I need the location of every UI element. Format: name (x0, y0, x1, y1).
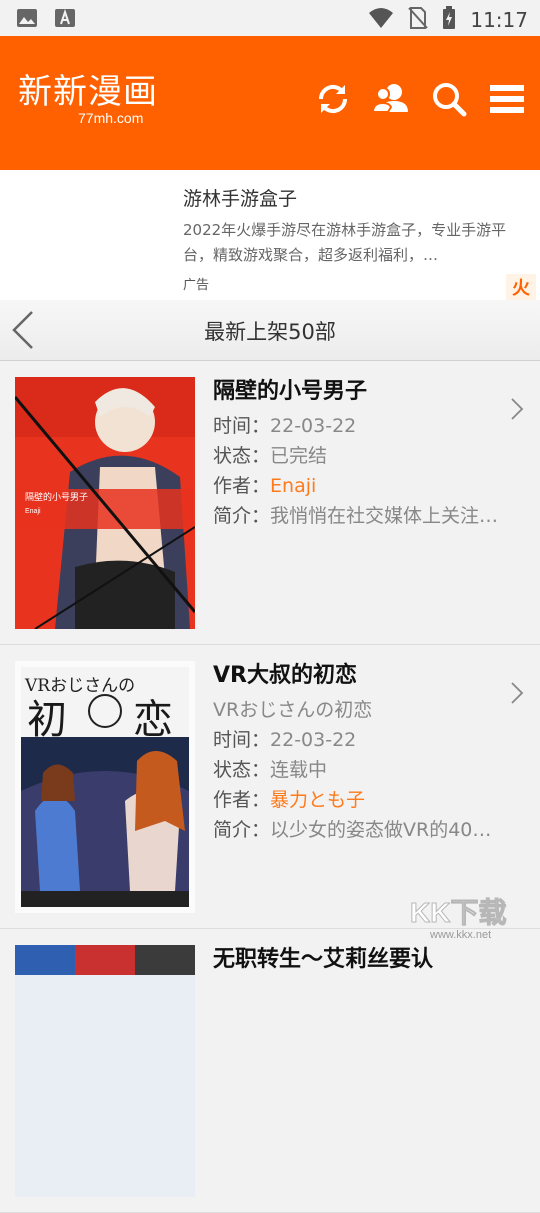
status-time: 11:17 (470, 8, 528, 32)
comic-alt-title: VRおじさんの初恋 (213, 699, 373, 721)
font-icon (54, 7, 76, 33)
intro-value: 我悄悄在社交媒体上关注… (270, 505, 499, 527)
time-label: 时间： (213, 415, 271, 437)
time-value: 22-03-22 (270, 729, 357, 751)
intro-row: 简介：我悄悄在社交媒体上关注… (213, 501, 500, 531)
logo-title: 新新漫画 (18, 72, 158, 112)
time-value: 22-03-22 (270, 415, 357, 437)
status-label: 状态： (213, 759, 271, 781)
status-value: 连载中 (270, 759, 328, 781)
list-item[interactable]: VRおじさんの 初 恋 VR大叔的初恋 VRおじさんの初恋 时间：22-03-2… (0, 645, 540, 929)
time-label: 时间： (213, 729, 271, 751)
ad-description: 2022年火爆手游尽在游林手游盒子，专业手游平台，精致游戏聚合，超多返利福利，… (183, 221, 507, 264)
image-icon (16, 7, 38, 33)
watermark-url: www.kkx.net (429, 929, 491, 941)
ad-label: 广告 (183, 278, 210, 293)
ad-badge: 火 (506, 274, 536, 300)
cover-title-text: VRおじさんの (24, 676, 135, 696)
cover-author-text: Enaji (25, 508, 41, 515)
comic-title: 无职转生～艾莉丝要认 (213, 947, 434, 972)
intro-label: 简介： (213, 819, 271, 841)
comic-list: 隔壁的小号男子 Enaji 隔壁的小号男子 时间：22-03-22 状态：已完结… (0, 361, 540, 1213)
search-icon[interactable] (430, 80, 468, 118)
wifi-icon (368, 7, 394, 33)
menu-icon[interactable] (488, 80, 526, 118)
watermark-logo: KK下载 www.kkx.net (406, 892, 536, 942)
chevron-right-icon[interactable] (510, 681, 524, 705)
users-icon[interactable] (372, 80, 410, 118)
status-bar: 11:17 (0, 0, 540, 36)
author-row: 作者：暴力とも子 (213, 785, 500, 815)
refresh-icon[interactable] (314, 80, 352, 118)
cover-title-text: 隔壁的小号男子 (25, 491, 88, 503)
status-row: 状态：已完结 (213, 441, 500, 471)
intro-value: 以少女的姿态做VR的40… (270, 819, 492, 841)
time-row: 时间：22-03-22 (213, 411, 500, 441)
chevron-right-icon[interactable] (510, 397, 524, 421)
page-title: 最新上架50部 (204, 320, 336, 344)
watermark-text: KK下载 (410, 897, 506, 928)
ad-title: 游林手游盒子 (183, 188, 298, 210)
intro-row: 简介：以少女的姿态做VR的40… (213, 815, 500, 845)
intro-label: 简介： (213, 505, 271, 527)
title-bar: 最新上架50部 (0, 300, 540, 361)
cover-title-text: 恋 (133, 697, 173, 743)
cover-title-text: 初 (27, 697, 67, 743)
status-value: 已完结 (270, 445, 328, 467)
list-item[interactable]: 无职转生～艾莉丝要认 (0, 929, 540, 1213)
cover-image: 隔壁的小号男子 Enaji (15, 377, 195, 629)
no-sim-icon (408, 6, 429, 34)
comic-title: 隔壁的小号男子 (213, 379, 368, 404)
list-item[interactable]: 隔壁的小号男子 Enaji 隔壁的小号男子 时间：22-03-22 状态：已完结… (0, 361, 540, 645)
app-logo[interactable]: 新新漫画 77mh.com (18, 74, 158, 126)
status-row: 状态：连载中 (213, 755, 500, 785)
battery-charging-icon (442, 6, 456, 34)
logo-subtitle: 77mh.com (78, 110, 144, 126)
author-label: 作者： (213, 475, 271, 497)
author-link[interactable]: Enaji (270, 475, 316, 497)
cover-image: VRおじさんの 初 恋 (15, 661, 195, 913)
author-link[interactable]: 暴力とも子 (270, 789, 365, 811)
author-row: 作者：Enaji (213, 471, 500, 501)
comic-title: VR大叔的初恋 (213, 663, 357, 688)
app-header: 新新漫画 77mh.com (0, 36, 540, 170)
ad-banner[interactable]: 游林手游盒子 2022年火爆手游尽在游林手游盒子，专业手游平台，精致游戏聚合，超… (0, 170, 540, 300)
time-row: 时间：22-03-22 (213, 725, 500, 755)
status-label: 状态： (213, 445, 271, 467)
cover-image (15, 945, 195, 1197)
author-label: 作者： (213, 789, 271, 811)
